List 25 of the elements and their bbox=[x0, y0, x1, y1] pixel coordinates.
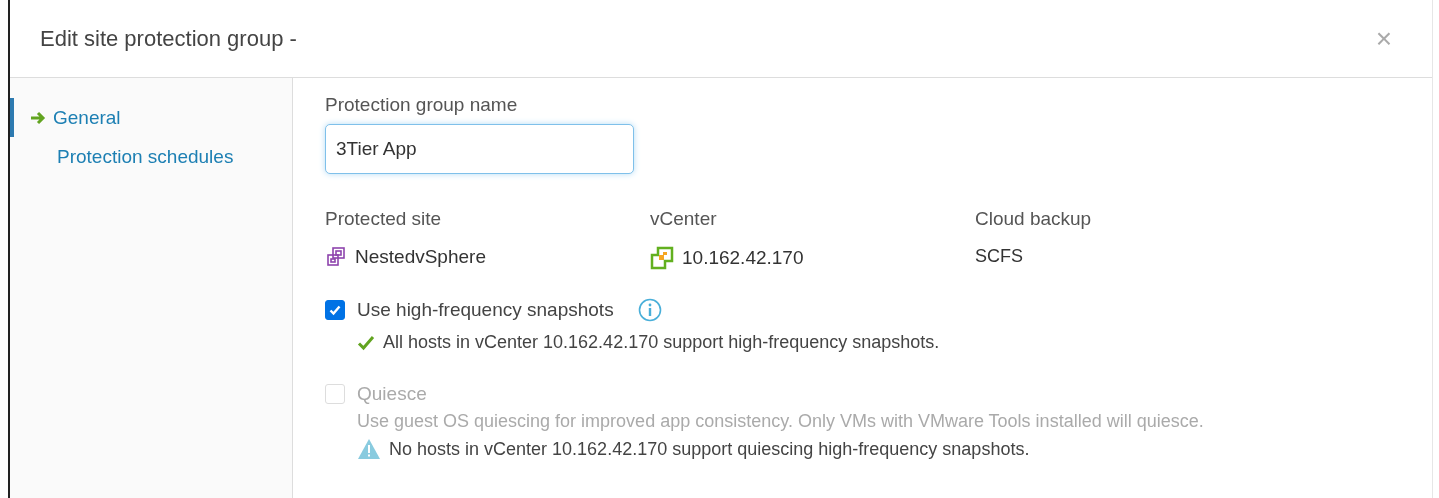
dialog-title: Edit site protection group - bbox=[40, 25, 297, 52]
checkmark-icon bbox=[357, 334, 375, 351]
warning-icon bbox=[357, 438, 381, 460]
status-message: No hosts in vCenter 10.162.42.170 support quiescing high-frequency snapshots. bbox=[389, 438, 1030, 460]
vcenter-icon bbox=[650, 246, 674, 270]
status-message: All hosts in vCenter 10.162.42.170 support high-frequency snapshots. bbox=[383, 332, 940, 353]
sidebar-item[interactable]: General bbox=[10, 98, 292, 137]
arrow-icon bbox=[30, 109, 46, 126]
name-input-field[interactable]: 3Tier App bbox=[325, 124, 634, 174]
check-icon bbox=[328, 303, 342, 317]
info-icon[interactable] bbox=[637, 298, 662, 322]
close-button[interactable]: × bbox=[1371, 22, 1396, 55]
detail-value: NestedvSphere bbox=[355, 246, 486, 268]
checkbox-label: Use high-frequency snapshots bbox=[357, 299, 614, 321]
checkbox-label: Quiesce bbox=[357, 383, 427, 405]
field-label: Protection group name bbox=[325, 94, 518, 116]
site-icon bbox=[325, 246, 347, 268]
detail-value: SCFS bbox=[975, 246, 1023, 267]
detail-value: 10.162.42.170 bbox=[682, 247, 804, 269]
checkbox[interactable] bbox=[325, 300, 345, 320]
option-description: Use guest OS quiescing for improved app consistency. Only VMs with VMware Tools installed will quiesce. bbox=[356, 411, 1204, 432]
sidebar-item[interactable]: Protection schedules bbox=[10, 137, 292, 176]
detail-label: vCenter bbox=[650, 208, 718, 230]
detail-label: Protected site bbox=[325, 208, 443, 230]
detail-label: Cloud backup bbox=[975, 208, 1093, 230]
